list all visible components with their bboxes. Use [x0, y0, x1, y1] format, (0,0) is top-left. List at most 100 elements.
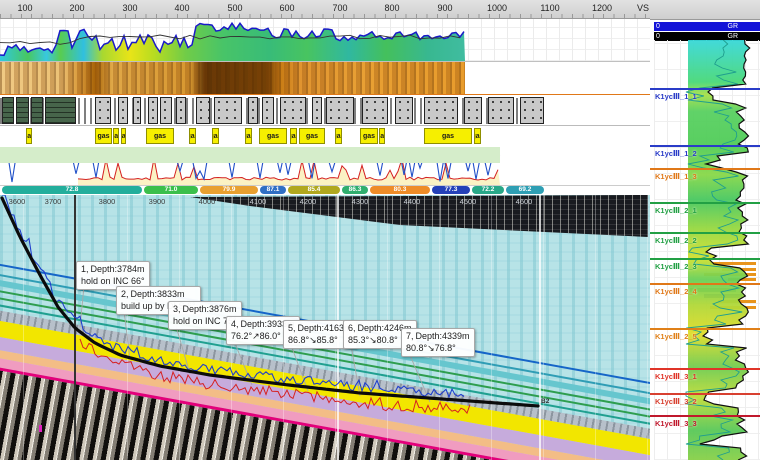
gas-show-box: gas [146, 128, 174, 144]
annotation-line1: 3,Depth:3876m [173, 303, 237, 315]
formation-marker-line [650, 202, 760, 204]
formation-marker[interactable]: K1ycⅢ_3_2 [650, 393, 760, 406]
lithology-block [520, 97, 544, 124]
formation-marker-label: K1ycⅢ_1_2 [650, 149, 760, 158]
ruler-tick-label: 900 [437, 3, 452, 13]
gas-show-box: gas [474, 128, 481, 144]
interval-value-pill: 85.4 [288, 186, 340, 194]
seismic-section[interactable]: 3600370038003900400041004200430044004500… [0, 195, 650, 460]
gas-show-box: gas [26, 128, 32, 144]
ruler-tick-label: 400 [174, 3, 189, 13]
gas-show-box: gas [299, 128, 325, 144]
formation-marker-line [650, 88, 760, 90]
formation-marker-label: K1ycⅢ_2_4 [650, 287, 760, 296]
magenta-marker [39, 425, 42, 432]
target-label: B2 [541, 398, 549, 405]
formation-marker-label: K1ycⅢ_2_3 [650, 262, 760, 271]
interval-value-bar: 72.871.079.987.185.486.380.377.372.269.2 [0, 186, 650, 195]
borehole-image-track[interactable] [0, 62, 650, 95]
formation-marker-line [650, 232, 760, 234]
gas-show-box: gas [212, 128, 219, 144]
lithology-block [45, 97, 76, 124]
ruler-tick-label: 100 [17, 3, 32, 13]
gas-show-box: gas [290, 128, 297, 144]
formation-marker[interactable]: K1ycⅢ_1_1 [650, 88, 760, 101]
formation-marker-line [650, 168, 760, 170]
vs-ruler: 100200300400500600700800900100011001200V… [0, 0, 760, 19]
interval-value-pill: 77.3 [432, 186, 470, 194]
lithology-block [2, 97, 14, 124]
image-log-paint [0, 62, 465, 95]
ruler-tick-label: 300 [122, 3, 137, 13]
gas-show-box: gas [424, 128, 472, 144]
gas-show-track[interactable]: gasgasgasgasgasgasgasgasgasgasgasgasgasg… [0, 126, 650, 147]
ruler-tick-label: 600 [279, 3, 294, 13]
lithology-block [160, 97, 172, 124]
formation-marker[interactable]: K1ycⅢ_1_3 [650, 168, 760, 181]
formation-marker-line [650, 145, 760, 147]
gr-curve-track[interactable] [0, 19, 650, 62]
formation-marker-line [650, 368, 760, 370]
formation-marker-line [650, 283, 760, 285]
annotation-callout[interactable]: 7,Depth:4339m 80.8°↘76.8° [401, 328, 475, 357]
interval-value-pill: 80.3 [370, 186, 430, 194]
formation-marker[interactable]: K1ycⅢ_3_3 [650, 415, 760, 428]
formation-marker[interactable]: K1ycⅢ_2_5 [650, 328, 760, 341]
formation-marker[interactable]: K1ycⅢ_2_2 [650, 232, 760, 245]
gas-curves-track[interactable] [0, 147, 650, 186]
formation-marker[interactable]: K1ycⅢ_3_1 [650, 368, 760, 381]
formation-marker-label: K1ycⅢ_1_3 [650, 172, 760, 181]
gas-show-box: gas [121, 128, 126, 144]
gas-show-box: gas [335, 128, 342, 144]
geosteering-app: 100200300400500600700800900100011001200V… [0, 0, 760, 460]
gr-curve-plot [0, 19, 466, 62]
gas-show-box: gas [259, 128, 287, 144]
ruler-tick-label: 500 [227, 3, 242, 13]
annotation-line1: 1,Depth:3784m [81, 263, 145, 275]
lithology-block [312, 97, 322, 124]
formation-marker-label: K1ycⅢ_1_1 [650, 92, 760, 101]
ruler-tick-label: 1100 [540, 3, 559, 13]
annotation-line1: 2,Depth:3833m [121, 288, 196, 300]
formation-marker-line [650, 328, 760, 330]
lithology-block [464, 97, 482, 124]
panel-scale-headers: 0 GR 0 GR [654, 22, 760, 42]
panel-scale-bar: 0 GR [654, 22, 760, 31]
interval-value-pill: 87.1 [260, 186, 286, 194]
formation-marker-line [650, 415, 760, 417]
lithology-block [118, 97, 128, 124]
lithology-block [16, 97, 29, 124]
stratigraphy-panel[interactable]: 0 GR 0 GR [650, 0, 760, 460]
scale-name: GR [728, 22, 739, 31]
formation-marker-label: K1ycⅢ_3_1 [650, 372, 760, 381]
formation-marker[interactable]: K1ycⅢ_2_4 [650, 283, 760, 296]
lithology-block [214, 97, 242, 124]
lithology-block [95, 97, 111, 124]
lithology-block [280, 97, 306, 124]
gas-show-box: gas [189, 128, 196, 144]
interval-value-pill: 72.8 [2, 186, 142, 194]
formation-marker[interactable]: K1ycⅢ_1_2 [650, 145, 760, 158]
formation-marker-label: K1ycⅢ_2_1 [650, 206, 760, 215]
ruler-minor-ticks [0, 14, 760, 18]
formation-marker[interactable]: K1ycⅢ_2_1 [650, 202, 760, 215]
interval-value-pill: 72.2 [472, 186, 504, 194]
gas-show-box: gas [360, 128, 378, 144]
interval-value-pill: 69.2 [506, 186, 544, 194]
ruler-tick-label: 200 [69, 3, 84, 13]
lithology-block [362, 97, 388, 124]
formation-marker-label: K1ycⅢ_3_2 [650, 397, 760, 406]
interval-value-pill: 86.3 [342, 186, 368, 194]
interval-value-pill: 71.0 [144, 186, 198, 194]
lithology-track[interactable] [0, 95, 650, 126]
formation-marker-line [650, 393, 760, 395]
gas-show-box: gas [245, 128, 252, 144]
lithology-block [488, 97, 514, 124]
annotation-line2: 80.8°↘76.8° [406, 342, 470, 354]
ruler-tick-label: 800 [384, 3, 399, 13]
formation-marker[interactable]: K1ycⅢ_2_3 [650, 258, 760, 271]
gas-show-box: gas [95, 128, 112, 144]
total-gas-band [0, 147, 500, 163]
ruler-tick-label: 700 [332, 3, 347, 13]
lithology-block [395, 97, 413, 124]
